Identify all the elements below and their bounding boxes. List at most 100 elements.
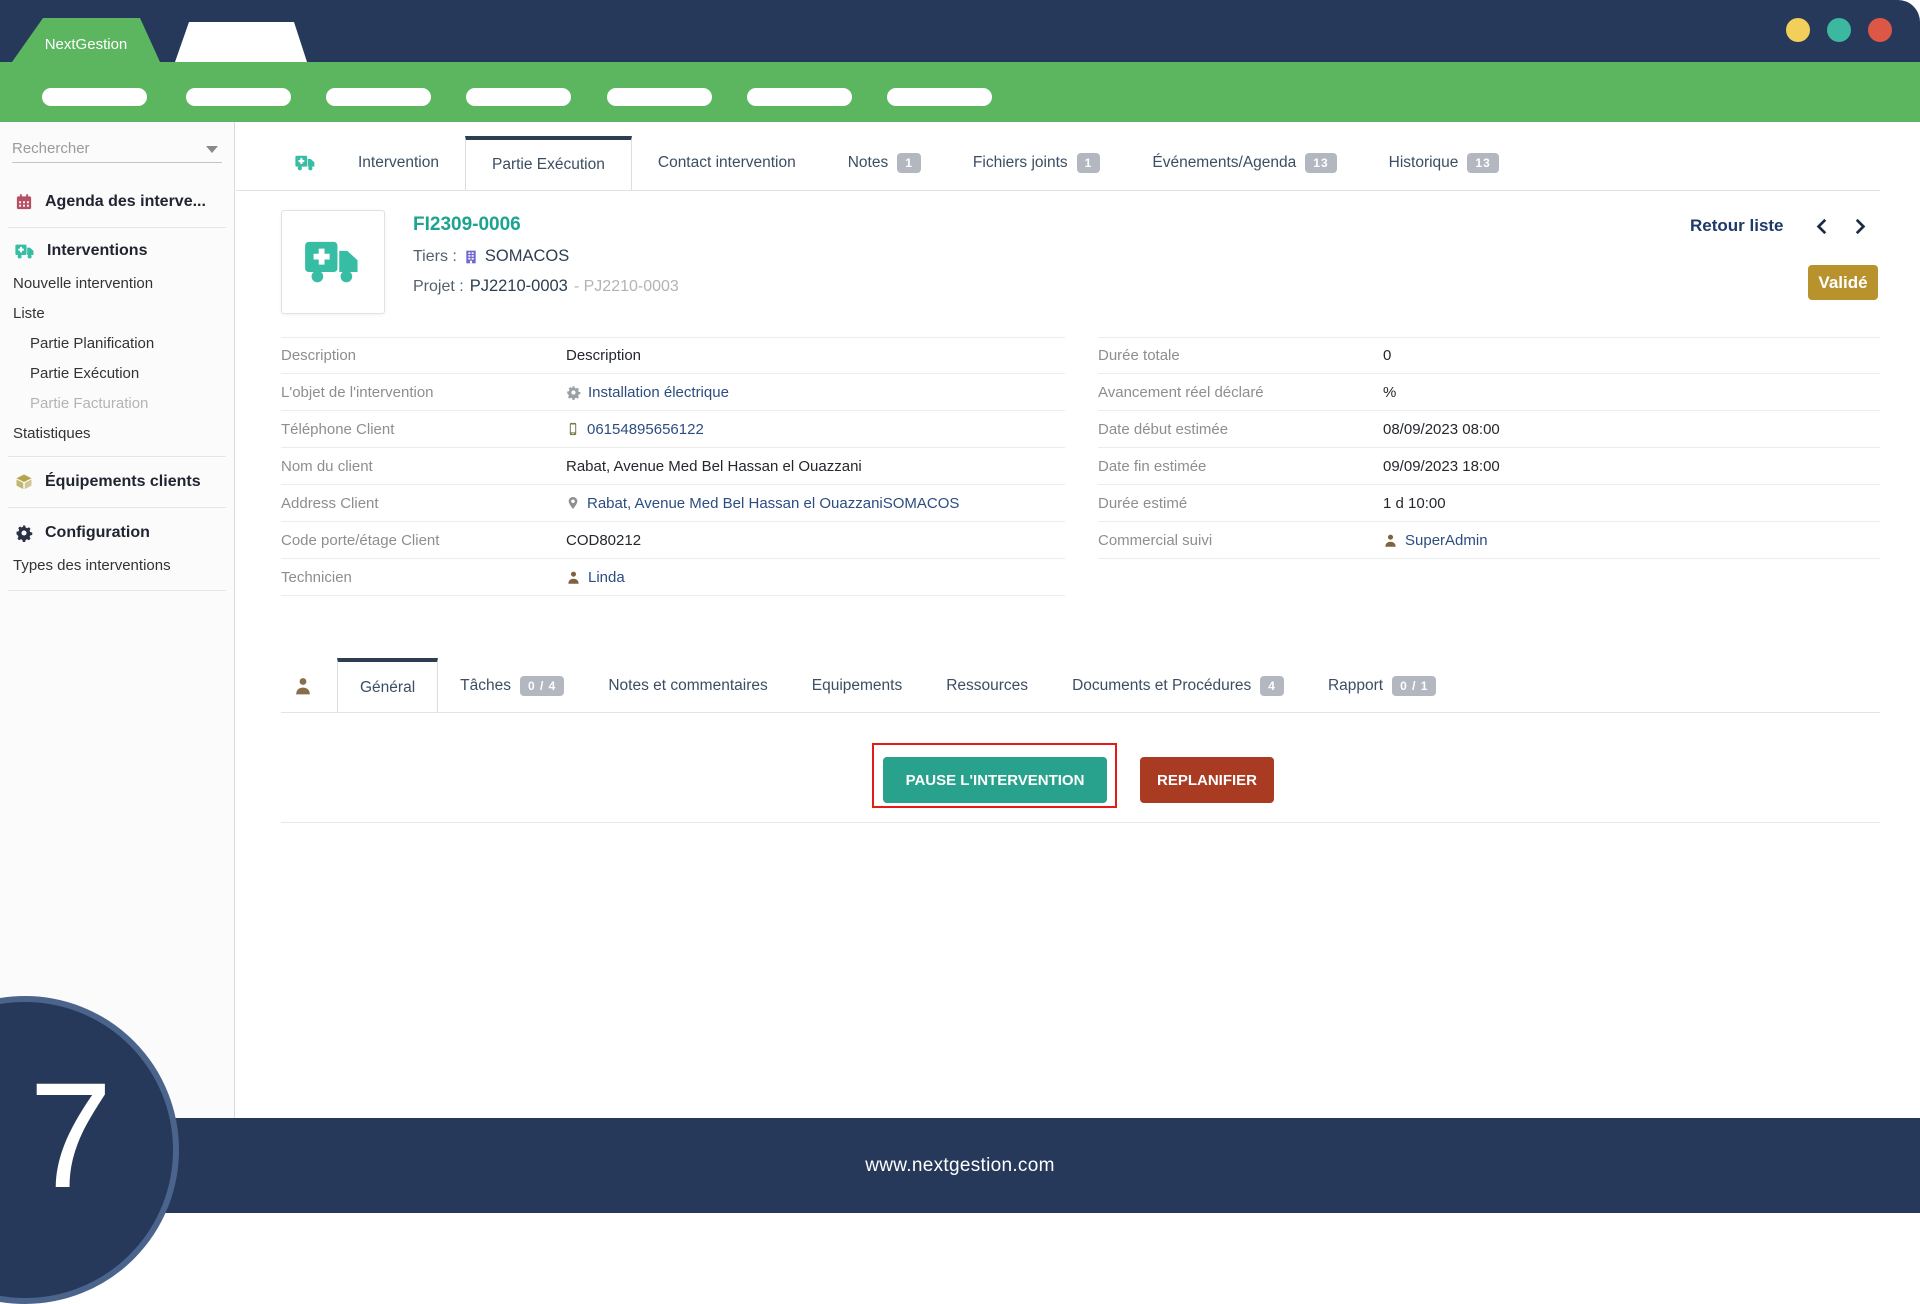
record-tabs: Intervention Partie Exécution Contact in… <box>281 136 1525 190</box>
row-value[interactable]: SuperAdmin <box>1383 532 1488 549</box>
nav-pill[interactable] <box>42 88 147 106</box>
footer-url: www.nextgestion.com <box>865 1154 1055 1176</box>
tab-label: Tâches <box>460 676 511 694</box>
projet-value-link[interactable]: PJ2210-0003 <box>470 277 568 296</box>
row-label: Description <box>281 347 357 364</box>
tiers-line: Tiers : SOMACOS <box>413 247 679 266</box>
nav-pill[interactable] <box>887 88 992 106</box>
table-row: Code porte/étage Client COD80212 <box>281 522 1065 559</box>
sidebar-item-label: Partie Facturation <box>30 394 149 412</box>
tab-partie-execution[interactable]: Partie Exécution <box>465 136 632 190</box>
tab-fichiers-joints[interactable]: Fichiers joints 1 <box>947 136 1126 190</box>
row-label: L'objet de l'intervention <box>281 383 434 401</box>
sidebar-item-equipements-clients[interactable]: Équipements clients <box>0 465 234 499</box>
sidebar-item-statistiques[interactable]: Statistiques <box>0 418 234 448</box>
sidebar-item-partie-planification[interactable]: Partie Planification <box>0 328 234 358</box>
window-minimize-dot[interactable] <box>1786 18 1810 42</box>
row-label: Address Client <box>281 494 379 512</box>
sidebar-item-types-interventions[interactable]: Types des interventions <box>0 550 234 580</box>
tab-label: Historique <box>1388 154 1459 171</box>
row-value[interactable]: Installation électrique <box>566 384 729 401</box>
row-value: 1 d 10:00 <box>1383 494 1446 512</box>
row-value: COD80212 <box>566 531 642 549</box>
row-value: Description <box>566 347 642 364</box>
sidebar-item-interventions[interactable]: Interventions <box>0 234 234 268</box>
table-row: Durée totale 0 <box>1098 337 1880 374</box>
chevron-left-icon[interactable] <box>1813 217 1832 236</box>
row-value[interactable]: Linda <box>566 569 625 586</box>
table-row: Nom du client Rabat, Avenue Med Bel Hass… <box>281 448 1065 485</box>
sidebar-item-agenda[interactable]: Agenda des interve... <box>0 185 234 219</box>
building-icon <box>463 249 479 265</box>
row-label: Code porte/étage Client <box>281 531 440 549</box>
nav-pill[interactable] <box>607 88 712 106</box>
row-label: Date début estimée <box>1098 420 1229 438</box>
search-input[interactable] <box>12 135 222 162</box>
projet-secondary: - PJ2210-0003 <box>573 277 679 295</box>
sidebar-item-partie-facturation: Partie Facturation <box>0 388 234 418</box>
row-value: 0 <box>1383 347 1392 364</box>
tab-label: Intervention <box>358 154 439 171</box>
projet-label: Projet : <box>413 277 464 295</box>
chevron-down-icon[interactable] <box>206 146 218 153</box>
divider <box>281 822 1880 823</box>
tab-rapport[interactable]: Rapport 0 / 1 <box>1306 658 1459 713</box>
tab-contact-intervention[interactable]: Contact intervention <box>632 136 822 190</box>
tab-historique[interactable]: Historique 13 <box>1363 136 1525 190</box>
nav-pill[interactable] <box>747 88 852 106</box>
tab-intervention[interactable]: Intervention <box>332 136 465 190</box>
nav-pill[interactable] <box>326 88 431 106</box>
tab-taches[interactable]: Tâches 0 / 4 <box>438 658 586 713</box>
projet-line: Projet : PJ2210-0003 - PJ2210-0003 <box>413 277 679 296</box>
tab-ressources[interactable]: Ressources <box>924 658 1050 713</box>
tab-label: Partie Exécution <box>492 156 605 173</box>
row-value[interactable]: Rabat, Avenue Med Bel Hassan el Ouazzani… <box>566 495 959 512</box>
phone-icon <box>566 421 580 437</box>
brand-tab[interactable]: NextGestion <box>12 18 160 62</box>
window-maximize-dot[interactable] <box>1827 18 1851 42</box>
record-pager <box>1813 217 1869 236</box>
tab-count-badge: 0 / 4 <box>520 675 565 696</box>
gear-icon <box>15 524 33 542</box>
nav-pill[interactable] <box>466 88 571 106</box>
details-table-left: Description Description L'objet de l'int… <box>281 337 1065 596</box>
row-label: Avancement réel déclaré <box>1098 383 1264 401</box>
truck-icon <box>15 243 35 260</box>
pause-intervention-button[interactable]: PAUSE L'INTERVENTION <box>883 757 1107 803</box>
tab-documents-procedures[interactable]: Documents et Procédures 4 <box>1050 658 1306 713</box>
row-label: Durée estimé <box>1098 494 1188 512</box>
tab-label: Notes <box>847 154 889 171</box>
tab-equipements[interactable]: Equipements <box>790 658 924 713</box>
table-row: Description Description <box>281 337 1065 374</box>
tab-general[interactable]: Général <box>337 658 439 713</box>
tab-notes[interactable]: Notes 1 <box>822 136 947 190</box>
tab-notes-commentaires[interactable]: Notes et commentaires <box>586 658 789 713</box>
row-value[interactable]: 06154895656122 <box>566 421 704 438</box>
divider <box>8 507 226 508</box>
table-row: Commercial suivi SuperAdmin <box>1098 522 1880 559</box>
sidebar-search <box>12 135 222 163</box>
sidebar-item-partie-execution[interactable]: Partie Exécution <box>0 358 234 388</box>
row-label: Téléphone Client <box>281 420 395 438</box>
row-value-text: SuperAdmin <box>1405 531 1488 549</box>
sidebar-item-liste[interactable]: Liste <box>0 298 234 328</box>
replanifier-button[interactable]: REPLANIFIER <box>1140 757 1274 803</box>
sidebar-item-nouvelle-intervention[interactable]: Nouvelle intervention <box>0 268 234 298</box>
row-label: Date fin estimée <box>1098 457 1207 475</box>
sidebar-item-label: Partie Planification <box>30 334 155 352</box>
tab-evenements-agenda[interactable]: Événements/Agenda 13 <box>1126 136 1362 190</box>
tab-label: Fichiers joints <box>972 154 1068 171</box>
window-close-dot[interactable] <box>1868 18 1892 42</box>
chevron-right-icon[interactable] <box>1850 217 1869 236</box>
tab-label: Ressources <box>946 676 1029 694</box>
tab-count-badge: 13 <box>1467 153 1499 173</box>
tiers-value-link[interactable]: SOMACOS <box>485 247 569 266</box>
tab-count-badge: 0 / 1 <box>1392 675 1437 696</box>
retour-liste-link[interactable]: Retour liste <box>1690 216 1784 236</box>
sidebar-item-configuration[interactable]: Configuration <box>0 516 234 550</box>
tab-count-badge: 4 <box>1260 675 1284 696</box>
nav-pill[interactable] <box>186 88 291 106</box>
record-reference[interactable]: FI2309-0006 <box>413 214 679 236</box>
row-value-text: Linda <box>588 568 625 586</box>
active-page-tab[interactable] <box>175 22 307 62</box>
